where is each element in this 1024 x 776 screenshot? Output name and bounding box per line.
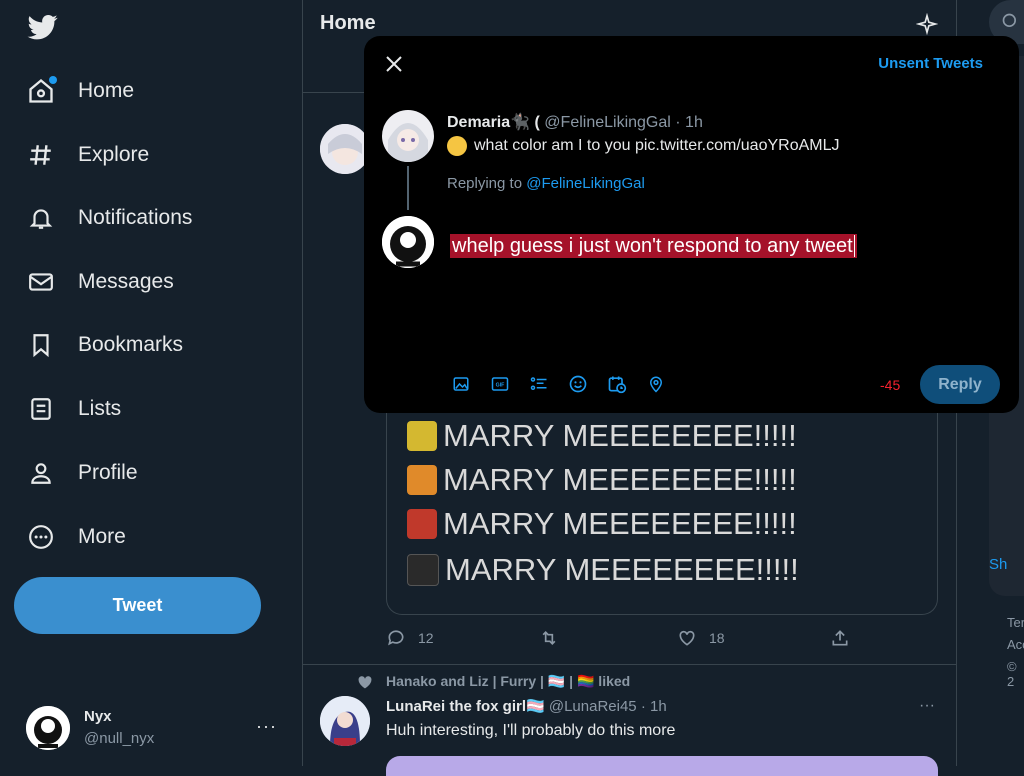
nav-label: Messages (78, 270, 174, 293)
reply-count: 12 (418, 630, 434, 646)
twitter-logo-icon[interactable] (26, 12, 60, 42)
home-icon (26, 76, 57, 106)
divider (303, 664, 956, 665)
left-sidebar: Home Explore Notifications Messages Book… (0, 0, 303, 766)
footer-link: © 2 (1007, 659, 1017, 689)
like-count: 18 (709, 630, 725, 646)
nav-explore[interactable]: Explore (26, 135, 149, 175)
reply-button[interactable]: Reply (920, 365, 1000, 404)
yellow-square-icon (407, 421, 437, 451)
tweet-text: what color am I to you pic.twitter.com/u… (474, 137, 840, 154)
tweet-text: Huh interesting, I'll probably do this m… (386, 722, 676, 739)
account-name: Nyx (84, 708, 112, 725)
search-icon (1002, 13, 1016, 28)
bell-icon (26, 203, 56, 233)
tweet-time[interactable]: · 1h (641, 698, 667, 715)
media-line: MARRY MEEEEEEEE!!!!! (407, 418, 797, 454)
sparkle-icon[interactable] (916, 13, 938, 35)
reply-modal: Unsent Tweets Demaria🐈‍⬛ ( @FelineLiking… (364, 36, 1019, 413)
author-handle[interactable]: @FelineLikingGal (544, 114, 671, 131)
media-line: MARRY MEEEEEEEE!!!!! (407, 552, 799, 588)
close-icon[interactable] (384, 54, 404, 74)
gif-icon[interactable]: GIF (490, 374, 510, 394)
author-handle[interactable]: @LunaRei45 (549, 698, 637, 715)
reply-textarea[interactable]: whelp guess i just won't respond to any … (450, 234, 857, 258)
tweet-media[interactable] (386, 756, 938, 776)
more-icon[interactable]: ··· (256, 716, 277, 737)
footer-link[interactable]: Acc (1007, 637, 1024, 652)
media-line: MARRY MEEEEEEEE!!!!! (407, 506, 797, 542)
more-icon[interactable]: ··· (919, 697, 935, 715)
nav-label: Profile (78, 461, 138, 484)
nav-label: Notifications (78, 206, 193, 229)
hashtag-icon (26, 140, 56, 170)
nav-label: More (78, 525, 126, 548)
avatar[interactable] (320, 124, 370, 174)
page-title: Home (320, 12, 376, 34)
share-action[interactable] (830, 628, 850, 648)
image-icon[interactable] (451, 374, 471, 394)
nav-label: Explore (78, 143, 150, 166)
social-context[interactable]: Hanako and Liz | Furry | 🏳️‍⚧️ | 🏳️‍🌈 li… (386, 673, 630, 690)
nav-label: Lists (78, 397, 122, 420)
more-circle-icon (26, 522, 56, 552)
draft-text: whelp guess i just won't respond to any … (452, 235, 853, 257)
svg-text:GIF: GIF (496, 383, 506, 389)
relieved-face-icon (447, 136, 467, 156)
nav-more[interactable]: More (26, 517, 126, 557)
heart-icon (358, 676, 372, 689)
avatar (26, 706, 70, 750)
tweet-button[interactable]: Tweet (14, 577, 261, 634)
orange-square-icon (407, 465, 437, 495)
account-switcher[interactable]: Nyx @null_nyx ··· (26, 704, 286, 752)
replying-label: Replying to (447, 175, 523, 192)
account-handle: @null_nyx (84, 730, 155, 747)
avatar[interactable] (320, 696, 370, 746)
unsent-tweets-link[interactable]: Unsent Tweets (878, 55, 983, 72)
mail-icon (26, 267, 56, 297)
replying-to: Replying to @FelineLikingGal (447, 175, 645, 192)
tweet-media[interactable]: MARRY MEEEEEEEE!!!!! MARRY MEEEEEEEE!!!!… (386, 396, 938, 615)
author-name[interactable]: LunaRei the fox girl🏳️‍⚧️ (386, 698, 545, 715)
media-line: MARRY MEEEEEEEE!!!!! (407, 462, 797, 498)
list-icon (26, 394, 56, 424)
retweet-icon (542, 630, 556, 646)
text-caret (853, 235, 855, 257)
nav-notifications[interactable]: Notifications (26, 198, 192, 238)
replying-to-link[interactable]: @FelineLikingGal (526, 175, 645, 192)
footer-link[interactable]: Ter (1007, 615, 1024, 630)
schedule-icon[interactable] (607, 374, 627, 394)
thread-line (407, 166, 409, 210)
original-tweet-author[interactable]: Demaria🐈‍⬛ ( @FelineLikingGal · 1h (447, 112, 703, 132)
black-square-icon (407, 554, 439, 586)
nav-profile[interactable]: Profile (26, 453, 138, 493)
avatar[interactable] (382, 110, 434, 162)
tweet-author[interactable]: LunaRei the fox girl🏳️‍⚧️ @LunaRei45 · 1… (386, 697, 667, 715)
reply-action[interactable]: 12 (386, 628, 434, 648)
tweet-time: · 1h (675, 114, 703, 131)
share-icon (832, 630, 848, 646)
nav-messages[interactable]: Messages (26, 262, 174, 302)
nav-bookmarks[interactable]: Bookmarks (26, 325, 183, 365)
nav-label: Home (78, 79, 135, 102)
emoji-icon[interactable] (568, 374, 588, 394)
nav-home[interactable]: Home (26, 71, 134, 111)
poll-icon[interactable] (529, 374, 549, 394)
bookmark-icon (26, 330, 56, 360)
retweet-action[interactable] (538, 628, 560, 648)
like-action[interactable]: 18 (677, 628, 725, 648)
avatar (382, 216, 434, 268)
show-more-link[interactable]: Sh (989, 556, 1007, 573)
red-square-icon (407, 509, 437, 539)
character-count: -45 (880, 377, 901, 393)
nav-label: Bookmarks (78, 333, 184, 356)
heart-icon (679, 630, 695, 646)
reply-icon (388, 630, 404, 646)
location-icon[interactable] (646, 374, 666, 394)
author-name[interactable]: Demaria🐈‍⬛ ( (447, 114, 540, 131)
notification-dot (49, 76, 57, 84)
person-icon (26, 458, 56, 488)
original-tweet-text: what color am I to you pic.twitter.com/u… (447, 136, 839, 156)
nav-lists[interactable]: Lists (26, 389, 121, 429)
